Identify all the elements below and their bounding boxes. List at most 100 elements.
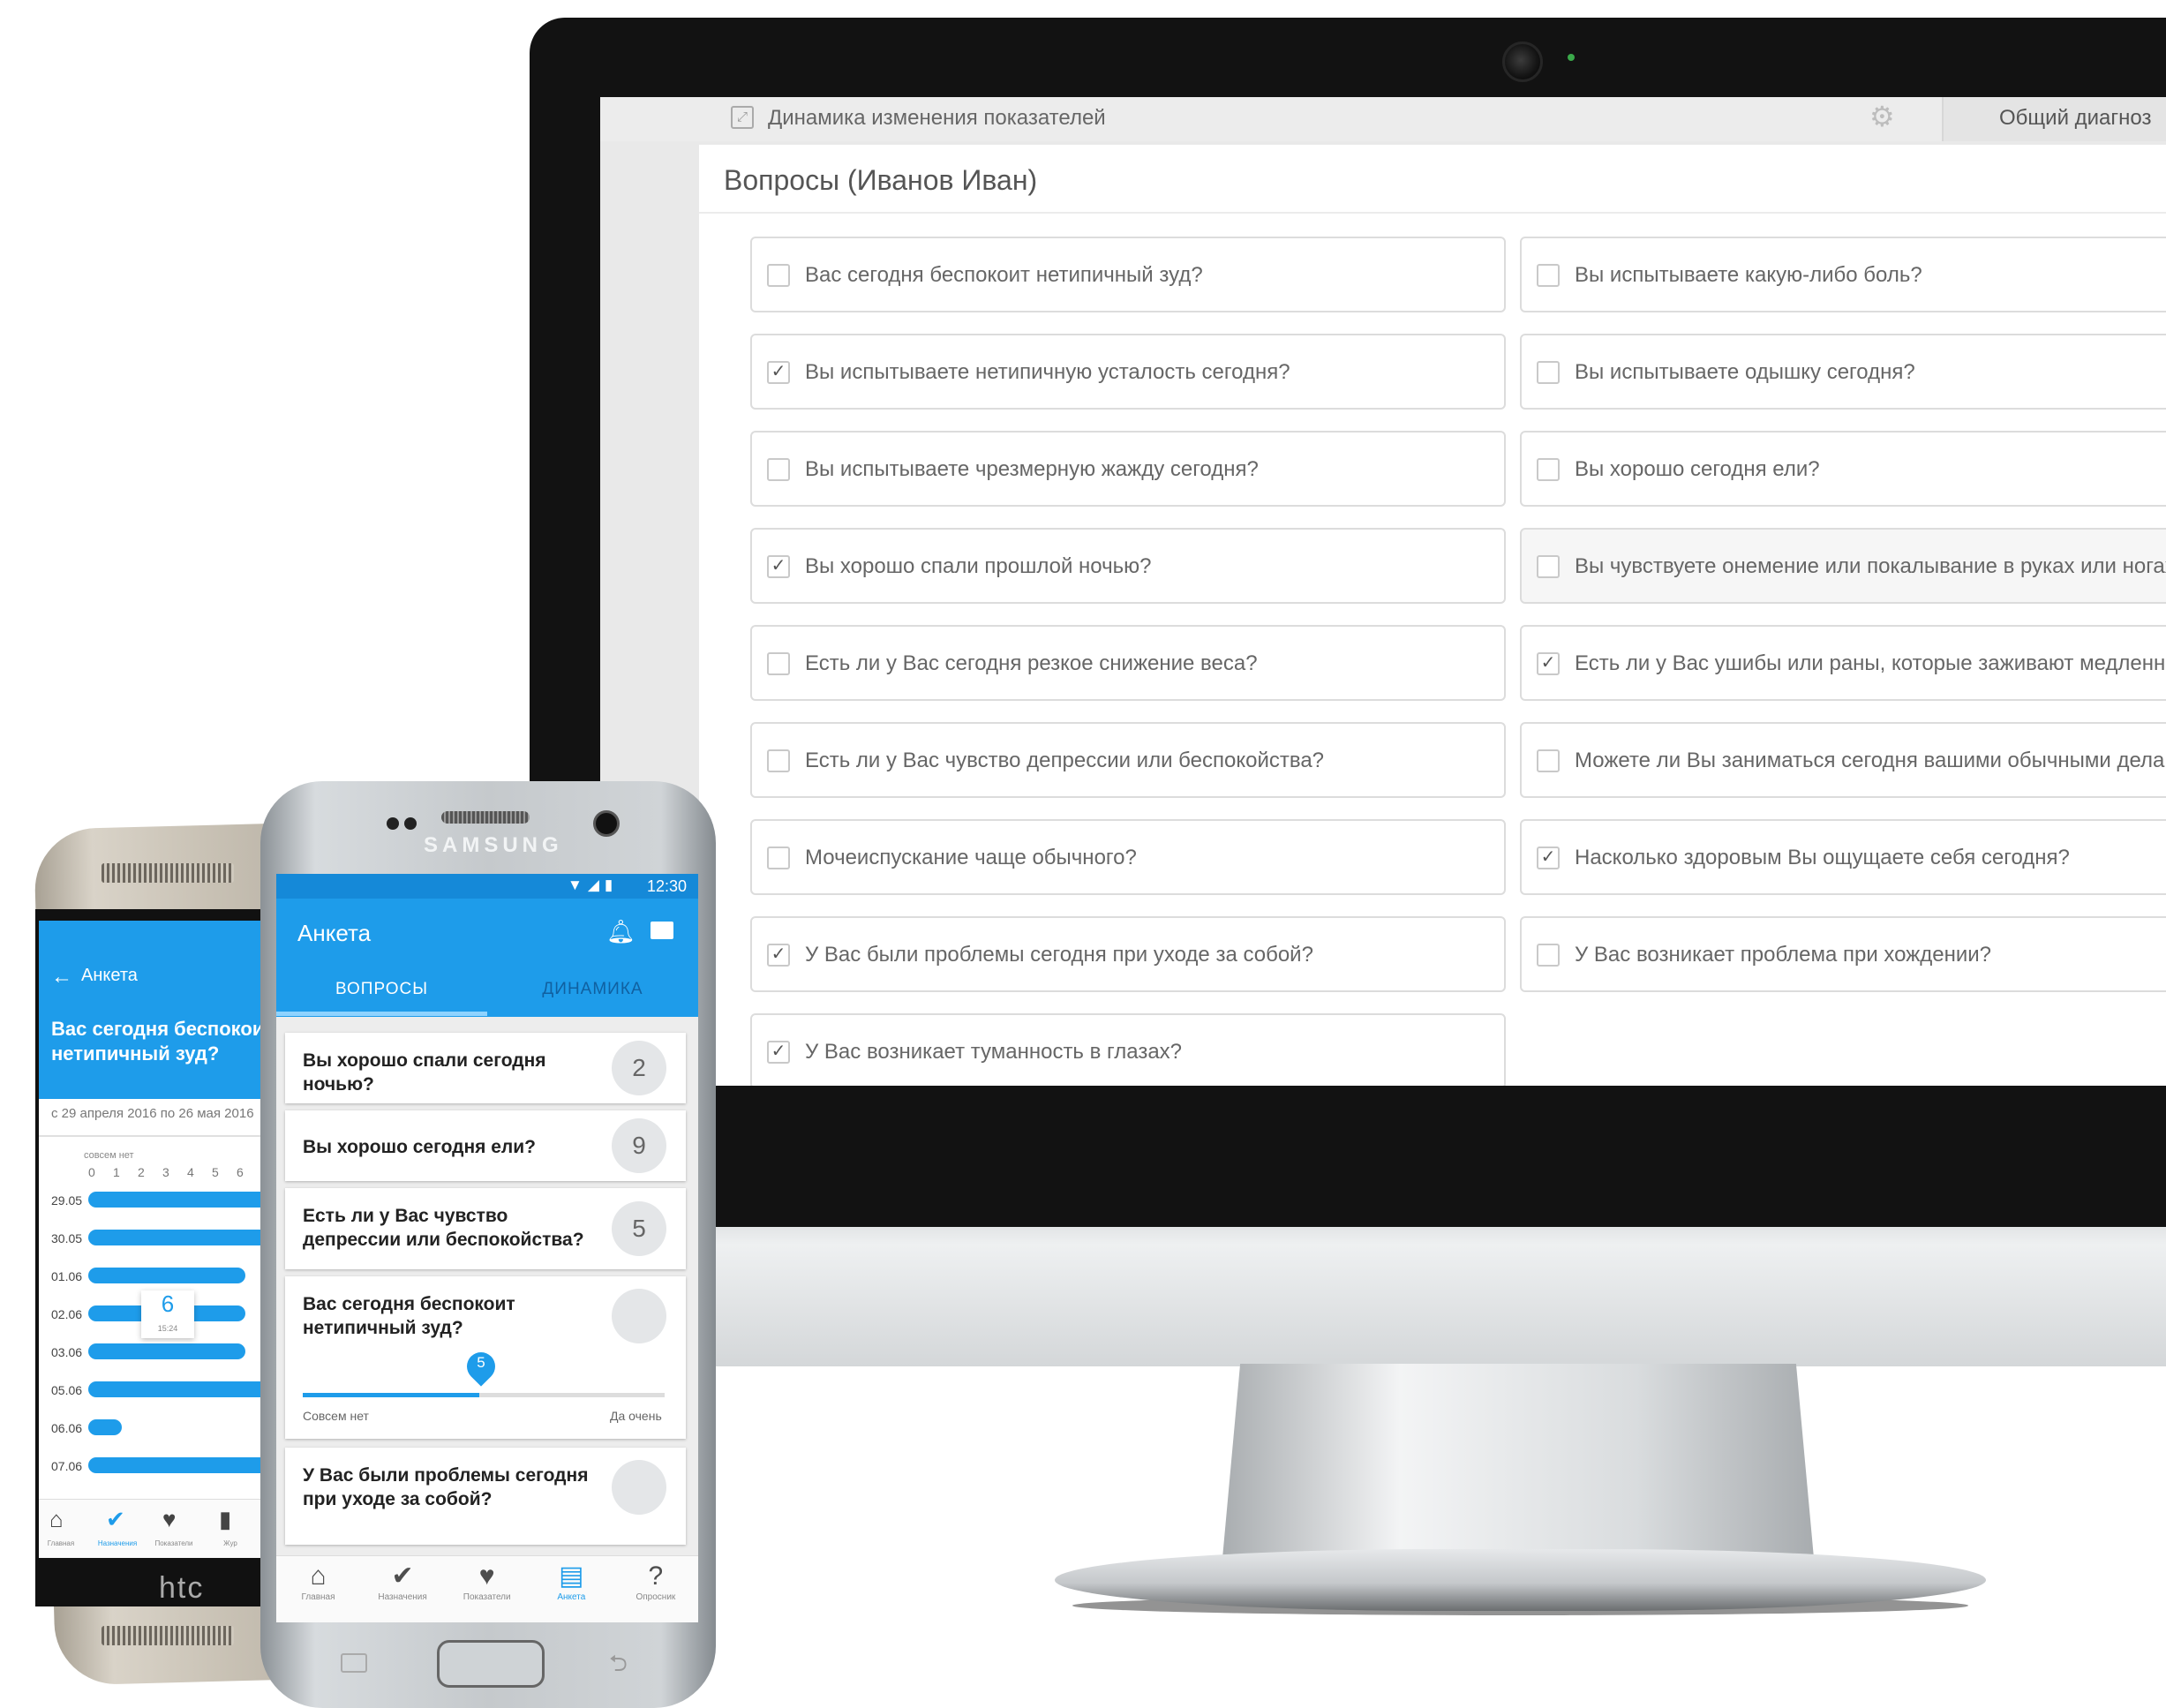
checkbox[interactable]: [767, 749, 790, 772]
question-item[interactable]: Мочеиспускание чаще обычного?: [750, 819, 1506, 895]
htc-bar[interactable]: [88, 1192, 270, 1208]
question-item[interactable]: Вы испытываете какую-либо боль?: [1520, 237, 2166, 312]
question-item[interactable]: Вас сегодня беспокоит нетипичный зуд?: [750, 237, 1506, 312]
question-item[interactable]: ✓ Насколько здоровым Вы ощущаете себя сег…: [1520, 819, 2166, 895]
samsung-screen: ▼◢▮ 12:30 Анкета 🔔︎ ВОПРОСЫ ДИНАМИКА Вы …: [276, 874, 698, 1622]
slider-max-label: Да очень: [610, 1409, 662, 1423]
checkbox-checked[interactable]: ✓: [767, 944, 790, 967]
question-item[interactable]: Вы испытываете одышку сегодня?: [1520, 334, 2166, 410]
nav-item-form[interactable]: ▤ Анкета: [530, 1561, 613, 1602]
app-title: Анкета: [297, 920, 372, 946]
htc-logo: htc: [159, 1571, 205, 1605]
check-circle-icon[interactable]: ✔: [106, 1506, 125, 1533]
checkbox[interactable]: [767, 264, 790, 287]
answer-badge[interactable]: [612, 1460, 666, 1515]
checkbox[interactable]: [1537, 944, 1560, 967]
question-item[interactable]: Есть ли у Вас сегодня резкое снижение ве…: [750, 625, 1506, 701]
checkbox[interactable]: [1537, 555, 1560, 578]
question-card[interactable]: У Вас были проблемы сегодня при уходе за…: [285, 1448, 686, 1545]
question-label: Вы испытываете одышку сегодня?: [1575, 360, 1915, 384]
checkbox[interactable]: [767, 652, 790, 675]
checkbox[interactable]: [1537, 749, 1560, 772]
checkbox[interactable]: [1537, 458, 1560, 481]
nav-item-heart[interactable]: ♥ Показатели: [445, 1561, 529, 1602]
question-item[interactable]: Есть ли у Вас чувство депрессии или бесп…: [750, 722, 1506, 798]
recent-apps-button[interactable]: [341, 1653, 367, 1673]
question-item[interactable]: Вы испытываете чрезмерную жажду сегодня?: [750, 431, 1506, 507]
checkbox-checked[interactable]: ✓: [1537, 652, 1560, 675]
check-circle-icon: ✔: [391, 1561, 414, 1591]
heart-icon[interactable]: ♥: [162, 1506, 176, 1533]
checkbox[interactable]: [1537, 264, 1560, 287]
htc-nav-label[interactable]: Жур: [208, 1539, 252, 1547]
question-item[interactable]: Можете ли Вы заниматься сегодня вашими о…: [1520, 722, 2166, 798]
question-item[interactable]: У Вас возникает проблема при хождении?: [1520, 916, 2166, 992]
tab-dynamics[interactable]: ДИНАМИКА: [487, 980, 698, 999]
htc-row-date: 03.06: [51, 1345, 83, 1359]
nav-item-check-circle[interactable]: ✔ Назначения: [361, 1561, 445, 1602]
question-text: Вы хорошо сегодня ели?: [303, 1137, 536, 1157]
answer-badge[interactable]: 5: [612, 1201, 666, 1256]
checkbox-checked[interactable]: ✓: [767, 1041, 790, 1064]
checkbox-checked[interactable]: ✓: [1537, 846, 1560, 869]
home-icon[interactable]: ⌂: [49, 1506, 64, 1533]
checkbox-checked[interactable]: ✓: [767, 361, 790, 384]
checkbox[interactable]: [767, 458, 790, 481]
htc-bar[interactable]: [88, 1381, 270, 1397]
htc-row-date: 07.06: [51, 1459, 83, 1473]
htc-row-date: 01.06: [51, 1269, 83, 1283]
question-text: Есть ли у Вас чувство депрессии или бесп…: [303, 1206, 584, 1250]
back-arrow-icon[interactable]: ←: [51, 965, 72, 989]
question-card[interactable]: Вы хорошо спали сегодня ночью? 2: [285, 1033, 686, 1103]
htc-bar[interactable]: [88, 1419, 122, 1435]
journal-icon[interactable]: ▮: [219, 1506, 231, 1533]
bell-icon[interactable]: 🔔︎: [606, 918, 636, 945]
front-camera: [593, 810, 620, 837]
back-button[interactable]: ⮌: [609, 1647, 628, 1686]
checkbox-checked[interactable]: ✓: [767, 555, 790, 578]
question-item[interactable]: Вы хорошо сегодня ели?: [1520, 431, 2166, 507]
htc-bottom-nav: [39, 1499, 282, 1558]
nav-label: Назначения: [378, 1592, 427, 1602]
question-label: Вас сегодня беспокоит нетипичный зуд?: [805, 263, 1203, 287]
answer-badge[interactable]: 9: [612, 1118, 666, 1173]
answer-badge[interactable]: [612, 1289, 666, 1343]
nav-item-help[interactable]: ? Опросник: [613, 1561, 697, 1602]
question-item[interactable]: ✓ Есть ли у Вас ушибы или раны, которые з…: [1520, 625, 2166, 701]
question-item[interactable]: ✓ Вы хорошо спали прошлой ночью?: [750, 528, 1506, 604]
mail-icon[interactable]: [651, 922, 673, 939]
question-card[interactable]: Есть ли у Вас чувство депрессии или бесп…: [285, 1188, 686, 1269]
htc-nav-label[interactable]: Показатели: [152, 1539, 196, 1547]
question-item[interactable]: Вы чувствуете онемение или покалывание в…: [1520, 528, 2166, 604]
answer-badge[interactable]: 2: [612, 1041, 666, 1095]
htc-bar[interactable]: [88, 1230, 270, 1245]
question-text: Вас сегодня беспокоит нетипичный зуд?: [303, 1294, 515, 1338]
htc-row-date: 29.05: [51, 1193, 83, 1208]
question-label: Насколько здоровым Вы ощущаете себя сего…: [1575, 846, 2070, 869]
question-item[interactable]: ✓ У Вас были проблемы сегодня при уходе з…: [750, 916, 1506, 992]
htc-nav-label[interactable]: Назначения: [95, 1539, 139, 1547]
heart-icon: ♥: [478, 1561, 495, 1591]
slider-value: 5: [477, 1354, 485, 1371]
tab-questions[interactable]: ВОПРОСЫ: [276, 980, 487, 999]
question-item[interactable]: ✓ У Вас возникает туманность в глазах?: [750, 1013, 1506, 1086]
htc-tick-label: 3: [162, 1165, 169, 1179]
question-card[interactable]: Вы хорошо сегодня ели? 9: [285, 1110, 686, 1181]
home-button[interactable]: [437, 1640, 545, 1688]
htc-bar[interactable]: [88, 1268, 245, 1283]
htc-nav-label[interactable]: Главная: [39, 1539, 83, 1547]
question-item[interactable]: ✓ Вы испытываете нетипичную усталость сег…: [750, 334, 1506, 410]
divider: [699, 212, 2166, 214]
question-card-expanded[interactable]: Вас сегодня беспокоит нетипичный зуд? 5 …: [285, 1276, 686, 1439]
htc-bar[interactable]: [88, 1343, 245, 1359]
question-label: Вы хорошо спали прошлой ночью?: [805, 554, 1152, 578]
nav-item-home[interactable]: ⌂ Главная: [276, 1561, 360, 1602]
question-label: Вы испытываете какую-либо боль?: [1575, 263, 1922, 287]
htc-bar[interactable]: [88, 1457, 270, 1473]
gear-icon[interactable]: ⚙: [1869, 101, 1895, 132]
expand-icon[interactable]: ⤢: [731, 106, 754, 129]
checkbox[interactable]: [767, 846, 790, 869]
webcam: [1502, 41, 1543, 82]
checkbox[interactable]: [1537, 361, 1560, 384]
tab-general-diagnosis-label[interactable]: Общий диагноз: [1999, 106, 2152, 131]
